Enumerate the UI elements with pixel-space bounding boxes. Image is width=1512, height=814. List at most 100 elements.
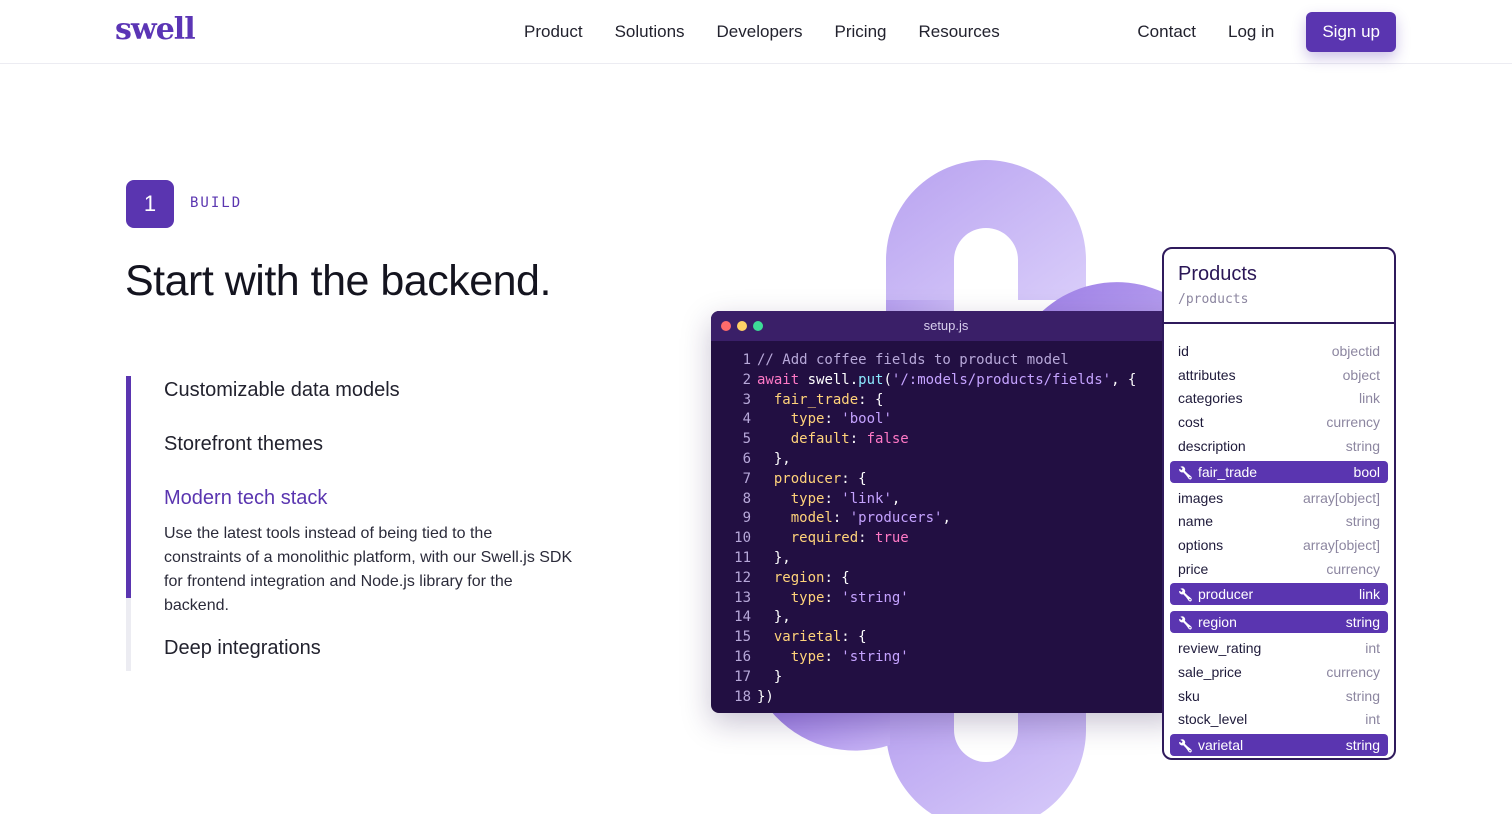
code-token: : {	[824, 569, 850, 586]
nav-developers[interactable]: Developers	[717, 22, 803, 42]
products-model-panel: Products /products id objectid attributes o…	[1162, 247, 1396, 760]
field-row-options[interactable]: options array[object]	[1170, 534, 1388, 556]
field-row-fair-trade[interactable]: 🔧 fair_trade bool	[1170, 460, 1388, 483]
field-row-images[interactable]: images array[object]	[1170, 487, 1388, 509]
code-token: region	[757, 569, 825, 586]
field-type: string	[1345, 687, 1380, 704]
feature-deep-integrations[interactable]: Deep integrations	[164, 637, 321, 660]
code-token: put	[858, 371, 884, 388]
code-titlebar: setup.js	[711, 311, 1181, 341]
code-token: false	[866, 431, 909, 448]
step-number-badge: 1	[126, 180, 174, 228]
code-token: producer	[757, 470, 842, 487]
code-token: :	[832, 510, 850, 527]
code-token: , {	[1111, 371, 1137, 388]
nav-resources[interactable]: Resources	[919, 22, 1000, 42]
line-number: 17	[734, 668, 751, 685]
nav-product[interactable]: Product	[524, 22, 583, 42]
code-token: // Add coffee fields to product model	[757, 352, 1069, 368]
field-type: currency	[1326, 560, 1380, 577]
products-title: Products	[1178, 263, 1257, 285]
field-row-varietal[interactable]: 🔧 varietal string	[1170, 734, 1388, 757]
code-token: ,	[942, 510, 951, 527]
line-number: 4	[742, 411, 751, 428]
field-row-region[interactable]: 🔧 region string	[1170, 611, 1388, 634]
field-name: sale_price	[1178, 664, 1242, 680]
code-token: swell	[799, 371, 850, 388]
contact-link[interactable]: Contact	[1137, 22, 1196, 42]
field-type: string	[1345, 614, 1380, 631]
field-row-sale-price[interactable]: sale_price currency	[1170, 661, 1388, 683]
code-token: type	[757, 490, 825, 507]
line-number: 1	[742, 352, 751, 368]
code-token: type	[757, 589, 825, 606]
field-row-producer[interactable]: 🔧 producer link	[1170, 583, 1388, 606]
field-name: id	[1178, 343, 1189, 359]
code-line: 6 },	[711, 450, 1136, 470]
field-name: categories	[1178, 390, 1243, 407]
code-token: 'string'	[841, 589, 909, 606]
field-name: attributes	[1178, 366, 1236, 383]
nav-actions: Contact Log in Sign up	[1105, 0, 1396, 64]
field-name: sku	[1178, 687, 1200, 704]
feature-storefront-themes[interactable]: Storefront themes	[164, 433, 323, 456]
field-row-id[interactable]: id objectid	[1170, 340, 1388, 362]
field-row-price[interactable]: price currency	[1170, 558, 1388, 580]
field-name: 🔧 producer	[1178, 586, 1254, 603]
line-number: 16	[734, 648, 751, 665]
field-row-attributes[interactable]: attributes object	[1170, 364, 1388, 386]
code-token: await	[757, 371, 800, 388]
code-token: fair_trade	[757, 391, 859, 408]
code-token: })	[757, 688, 774, 705]
line-number: 5	[742, 431, 751, 448]
code-token: :	[849, 431, 867, 448]
code-token: :	[858, 530, 876, 547]
code-token: 'link'	[841, 490, 892, 507]
field-name: 🔧 varietal	[1178, 737, 1244, 754]
field-row-stock-level[interactable]: stock_level int	[1170, 708, 1388, 730]
line-number: 10	[734, 530, 751, 547]
code-token: '/:models/products/fields'	[891, 371, 1112, 388]
feature-customizable-data-models[interactable]: Customizable data models	[164, 379, 400, 402]
field-type: int	[1365, 640, 1380, 657]
wrench-icon: 🔧	[1178, 588, 1193, 603]
code-line: 13 type: 'string'	[711, 589, 1136, 609]
field-name: stock_level	[1178, 711, 1248, 728]
field-row-sku[interactable]: sku string	[1170, 685, 1388, 707]
field-row-name[interactable]: name string	[1170, 510, 1388, 532]
field-row-review-rating[interactable]: review_rating int	[1170, 637, 1388, 659]
wrench-icon: 🔧	[1178, 739, 1193, 754]
feature-progress-indicator	[126, 376, 131, 598]
code-token: varietal	[757, 629, 842, 646]
login-link[interactable]: Log in	[1228, 22, 1274, 42]
line-number: 11	[734, 549, 751, 566]
wrench-icon: 🔧	[1178, 465, 1193, 480]
field-type: array[object]	[1302, 489, 1380, 506]
feature-modern-tech-stack[interactable]: Modern tech stack	[164, 487, 327, 510]
code-token: .	[849, 371, 859, 388]
field-type: int	[1365, 711, 1380, 728]
code-line: 17 }	[711, 668, 1136, 688]
nav-solutions[interactable]: Solutions	[615, 22, 685, 42]
field-row-categories[interactable]: categories link	[1170, 387, 1388, 409]
signup-button[interactable]: Sign up	[1306, 12, 1396, 52]
code-editor-window: setup.js 1 // Add coffee fields to produc…	[711, 311, 1181, 713]
code-token: ,	[891, 490, 901, 507]
code-line: 15 varietal: {	[711, 628, 1136, 648]
line-number: 18	[734, 688, 751, 705]
line-number: 2	[742, 371, 751, 388]
wrench-icon: 🔧	[1178, 616, 1193, 631]
line-number: 12	[734, 569, 751, 586]
field-row-cost[interactable]: cost currency	[1170, 411, 1388, 433]
line-number: 9	[742, 510, 751, 527]
feature-description: Use the latest tools instead of being ti…	[164, 525, 573, 614]
code-line: 18})	[711, 688, 1136, 708]
field-row-description[interactable]: description string	[1170, 435, 1388, 457]
line-number: 8	[742, 490, 751, 507]
nav-pricing[interactable]: Pricing	[835, 22, 887, 42]
code-token: :	[824, 411, 842, 428]
code-line: 8 type: 'link',	[711, 490, 1136, 510]
line-number: 3	[742, 391, 751, 408]
swell-logo[interactable]: swell	[115, 12, 196, 47]
code-token: required	[757, 530, 859, 547]
